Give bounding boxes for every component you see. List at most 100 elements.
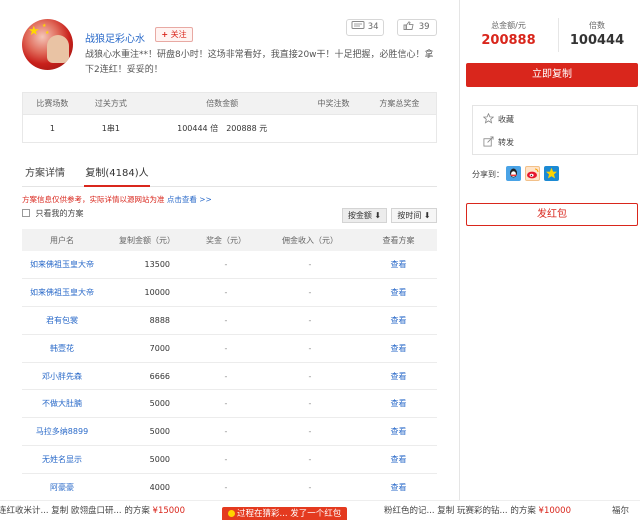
summary-header: 倍数金额	[140, 92, 305, 115]
copy-amount: 4000	[102, 473, 192, 502]
bonus-amount: -	[192, 417, 260, 447]
only-mine-label: 只看我的方案	[35, 209, 84, 218]
plan-tabs: 方案详情 复制(4184)人	[22, 165, 437, 187]
commission-amount: -	[260, 389, 360, 419]
copy-amount: 7000	[102, 334, 192, 363]
copy-header: 查看方案	[360, 229, 437, 251]
plan-summary-table: 比赛场数 过关方式 倍数金额 中奖注数 方案总奖金 1 1串1 100444 倍…	[22, 92, 437, 143]
bonus-amount: -	[192, 251, 260, 280]
commission-amount: -	[260, 278, 360, 308]
ticker-item: 福尔	[612, 501, 629, 520]
winning-bets	[304, 115, 362, 143]
copy-table-row: 如来佛祖玉皇大帝 10000- - 查看	[22, 278, 437, 308]
send-red-packet-button[interactable]: 发红包	[466, 203, 638, 226]
summary-header: 比赛场数	[22, 92, 82, 115]
tab-copy-list[interactable]: 复制(4184)人	[84, 165, 150, 187]
thumbs-up-icon	[403, 21, 414, 30]
like-count: 39	[418, 22, 430, 32]
copier-username[interactable]: 无姓名显示	[22, 445, 102, 474]
commission-amount: -	[260, 473, 360, 502]
plus-icon: +	[161, 30, 169, 39]
plan-panel: ★ ★ ★ 战狼足彩心水 + 关注 34 39 战狼心水重注**！研盘8小时！这场非…	[0, 0, 460, 502]
copier-username[interactable]: 如来佛祖玉皇大帝	[22, 278, 102, 308]
view-plan-link[interactable]: 查看	[360, 251, 437, 280]
copier-username[interactable]: 邓小胖先森	[22, 362, 102, 391]
total-amount-label: 总金额/元	[491, 21, 526, 30]
bonus-amount: -	[192, 306, 260, 335]
copy-header: 奖金（元）	[192, 229, 260, 251]
notice-text: 方案信息仅供参考，实际详情以源网站为准 点击查看 >>	[22, 194, 212, 205]
copier-username[interactable]: 阿豪豪	[22, 473, 102, 502]
action-sidebar: 总金额/元 200888 倍数 100444 立即复制 收藏 转发 分享到： 发…	[460, 0, 640, 500]
ticker-text: 粉红色的记... 复制 玩赛彩的钻... 的方案	[384, 506, 539, 516]
plan-actions: 收藏 转发	[472, 105, 638, 155]
multiple-amount: 100444 倍 200888 元	[177, 124, 268, 133]
copy-table-row: 君有包裳 8888- - 查看	[22, 306, 437, 335]
comment-button[interactable]: 34	[346, 19, 384, 36]
copier-username[interactable]: 君有包裳	[22, 306, 102, 335]
share-label: 分享到：	[472, 170, 504, 179]
copy-amount: 8888	[102, 306, 192, 335]
only-mine-checkbox[interactable]: 只看我的方案	[22, 208, 84, 220]
follow-button[interactable]: + 关注	[155, 27, 193, 42]
ticker-red-packet-item[interactable]: 过程在猜彩... 发了一个红包	[222, 507, 348, 520]
red-packet-icon	[228, 510, 235, 517]
copier-username[interactable]: 如来佛祖玉皇大帝	[22, 251, 102, 280]
bonus-amount: -	[192, 362, 260, 391]
checkbox-icon[interactable]	[22, 209, 30, 217]
view-plan-link[interactable]: 查看	[360, 362, 437, 391]
author-name[interactable]: 战狼足彩心水	[85, 30, 145, 45]
view-plan-link[interactable]: 查看	[360, 445, 437, 474]
ticker-money: ¥10000	[538, 506, 571, 516]
summary-header: 方案总奖金	[362, 92, 437, 115]
total-amount-value: 200888	[481, 33, 536, 48]
copy-list-table: 用户名 复制金额（元） 奖金（元） 佣金收入（元） 查看方案 如来佛祖玉皇大帝 1…	[22, 229, 437, 502]
plan-description: 战狼心水重注**！研盘8小时！这场非常看好，我直接20w干！十足把握，必胜信心！…	[85, 50, 434, 75]
view-plan-link[interactable]: 查看	[360, 389, 437, 419]
copy-table-row: 无姓名显示 5000- - 查看	[22, 445, 437, 474]
view-plan-link[interactable]: 查看	[360, 473, 437, 502]
commission-amount: -	[260, 445, 360, 474]
ticker-text: 连红收米计... 复制 欧翎盘口研... 的方案	[0, 506, 153, 516]
comment-count: 34	[367, 22, 379, 32]
copy-amount: 6666	[102, 362, 192, 391]
author-avatar[interactable]: ★ ★ ★	[22, 19, 73, 70]
summary-header: 过关方式	[81, 92, 141, 115]
copy-amount: 10000	[102, 278, 192, 308]
tab-plan-detail[interactable]: 方案详情	[25, 165, 65, 187]
commission-amount: -	[260, 251, 360, 280]
like-button[interactable]: 39	[397, 19, 437, 36]
bonus-amount: -	[192, 389, 260, 419]
weibo-share-icon[interactable]	[525, 166, 540, 181]
sort-by-time-button[interactable]: 按时间 ⬇	[391, 208, 437, 223]
copier-username[interactable]: 不做大肚腩	[22, 389, 102, 419]
copy-header: 用户名	[22, 229, 102, 251]
copy-now-button[interactable]: 立即复制	[466, 63, 638, 87]
copy-header: 复制金额（元）	[102, 229, 192, 251]
view-plan-link[interactable]: 查看	[360, 306, 437, 335]
comment-icon	[351, 21, 365, 29]
notice-link[interactable]: 点击查看 >>	[167, 195, 212, 204]
forward-button[interactable]: 转发	[483, 136, 514, 149]
share-icon	[483, 136, 494, 147]
favorite-button[interactable]: 收藏	[482, 112, 514, 126]
commission-amount: -	[260, 362, 360, 391]
pass-type: 1串1	[101, 124, 120, 133]
qq-share-icon[interactable]	[506, 166, 521, 181]
ticker-text: 福尔	[612, 506, 630, 516]
copy-table-row: 阿豪豪 4000- - 查看	[22, 473, 437, 502]
ticker-item: 粉红色的记... 复制 玩赛彩的钻... 的方案 ¥10000	[384, 501, 571, 520]
copy-table-row: 邓小胖先森 6666- - 查看	[22, 362, 437, 391]
bonus-amount: -	[192, 334, 260, 363]
view-plan-link[interactable]: 查看	[360, 334, 437, 363]
copier-username[interactable]: 马拉多纳8899	[22, 417, 102, 447]
view-plan-link[interactable]: 查看	[360, 278, 437, 308]
copy-header: 佣金收入（元）	[260, 229, 360, 251]
sort-by-amount-button[interactable]: 按金额 ⬇	[342, 208, 387, 223]
copy-table-row: 马拉多纳8899 5000- - 查看	[22, 417, 437, 447]
multiple-label: 倍数	[589, 21, 605, 30]
view-plan-link[interactable]: 查看	[360, 417, 437, 447]
ticker-item: 连红收米计... 复制 欧翎盘口研... 的方案 ¥15000	[0, 501, 185, 520]
qzone-share-icon[interactable]	[544, 166, 559, 181]
copier-username[interactable]: 韩壹花	[22, 334, 102, 363]
